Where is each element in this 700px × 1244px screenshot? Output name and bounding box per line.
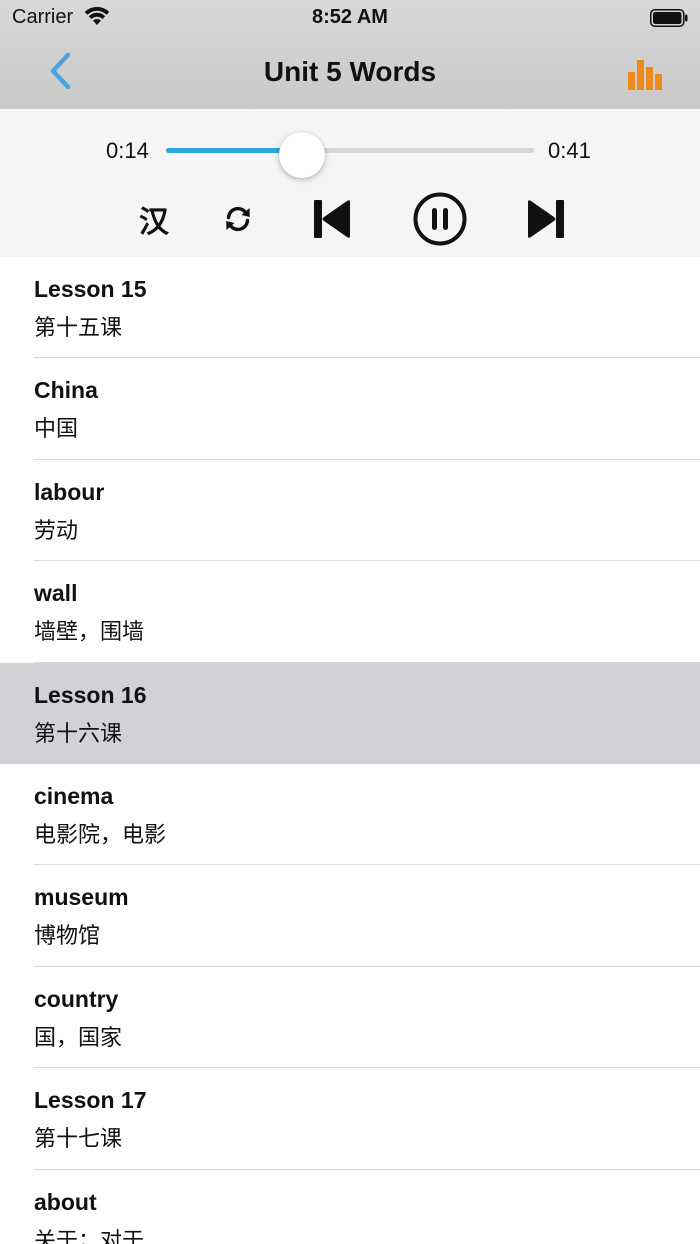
audio-player: 0:14 0:41 汉 <box>0 109 700 257</box>
bar-chart-icon <box>628 60 662 90</box>
word-row[interactable]: Lesson 16 第十六课 <box>0 662 700 764</box>
word-row[interactable]: about 关于；对于 <box>0 1169 700 1244</box>
word-english: labour <box>34 478 105 505</box>
next-track-icon <box>528 200 564 238</box>
chevron-left-icon <box>50 52 71 90</box>
slider-thumb[interactable] <box>279 132 326 178</box>
word-english: Lesson 15 <box>34 276 147 302</box>
word-row[interactable]: museum 博物馆 <box>0 865 700 967</box>
word-row[interactable]: wall 墙壁，围墙 <box>0 561 700 663</box>
word-chinese: 第十六课 <box>34 721 123 747</box>
page-title: Unit 5 Words <box>263 56 437 87</box>
progress-slider[interactable] <box>166 131 534 178</box>
word-row[interactable]: Lesson 17 第十七课 <box>0 1068 700 1170</box>
word-chinese: 电影院，电影 <box>34 822 167 848</box>
word-row[interactable]: labour 劳动 <box>0 459 700 562</box>
word-chinese: 第十七课 <box>34 1127 123 1153</box>
battery-icon <box>650 9 688 27</box>
pause-icon <box>413 192 467 246</box>
word-chinese: 第十五课 <box>34 316 123 341</box>
statistics-button[interactable] <box>622 54 670 94</box>
word-row[interactable]: country 国，国家 <box>0 966 700 1069</box>
word-english: country <box>34 985 119 1012</box>
word-chinese: 博物馆 <box>34 924 101 950</box>
word-english: wall <box>34 580 78 607</box>
duration-time: 0:41 <box>548 138 591 163</box>
status-time: 8:52 AM <box>312 6 388 28</box>
word-row[interactable]: cinema 电影院，电影 <box>0 763 700 866</box>
word-english: museum <box>34 884 129 911</box>
word-english: China <box>34 377 98 404</box>
previous-button[interactable] <box>304 191 360 247</box>
navigation-bar: Unit 5 Words <box>0 36 700 109</box>
repeat-icon <box>226 206 250 232</box>
word-row[interactable]: Lesson 15 第十五课 <box>0 257 700 359</box>
word-chinese: 劳动 <box>34 518 79 544</box>
progress-track <box>166 148 534 153</box>
back-button[interactable] <box>40 50 84 94</box>
repeat-button[interactable] <box>212 191 264 247</box>
word-list: Lesson 15 第十五课 China 中国 labour 劳动 wall 墙壁，围墙… <box>0 257 700 1244</box>
word-chinese: 中国 <box>34 417 79 443</box>
word-chinese: 墙壁，围墙 <box>34 620 145 646</box>
word-chinese: 国，国家 <box>34 1025 123 1051</box>
word-english: cinema <box>34 782 114 809</box>
language-toggle-button[interactable]: 汉 <box>128 191 180 247</box>
word-english: Lesson 16 <box>34 681 147 708</box>
status-bar: Carrier 8:52 AM <box>0 0 700 36</box>
word-english: Lesson 17 <box>34 1087 147 1114</box>
next-button[interactable] <box>518 191 574 247</box>
current-time: 0:14 <box>106 138 149 163</box>
word-english: about <box>34 1188 97 1215</box>
word-row[interactable]: China 中国 <box>0 358 700 460</box>
pause-button[interactable] <box>408 191 472 247</box>
previous-track-icon <box>314 200 350 238</box>
header: Carrier 8:52 AM Unit 5 Words <box>0 0 700 109</box>
word-chinese: 关于；对于 <box>34 1228 145 1244</box>
